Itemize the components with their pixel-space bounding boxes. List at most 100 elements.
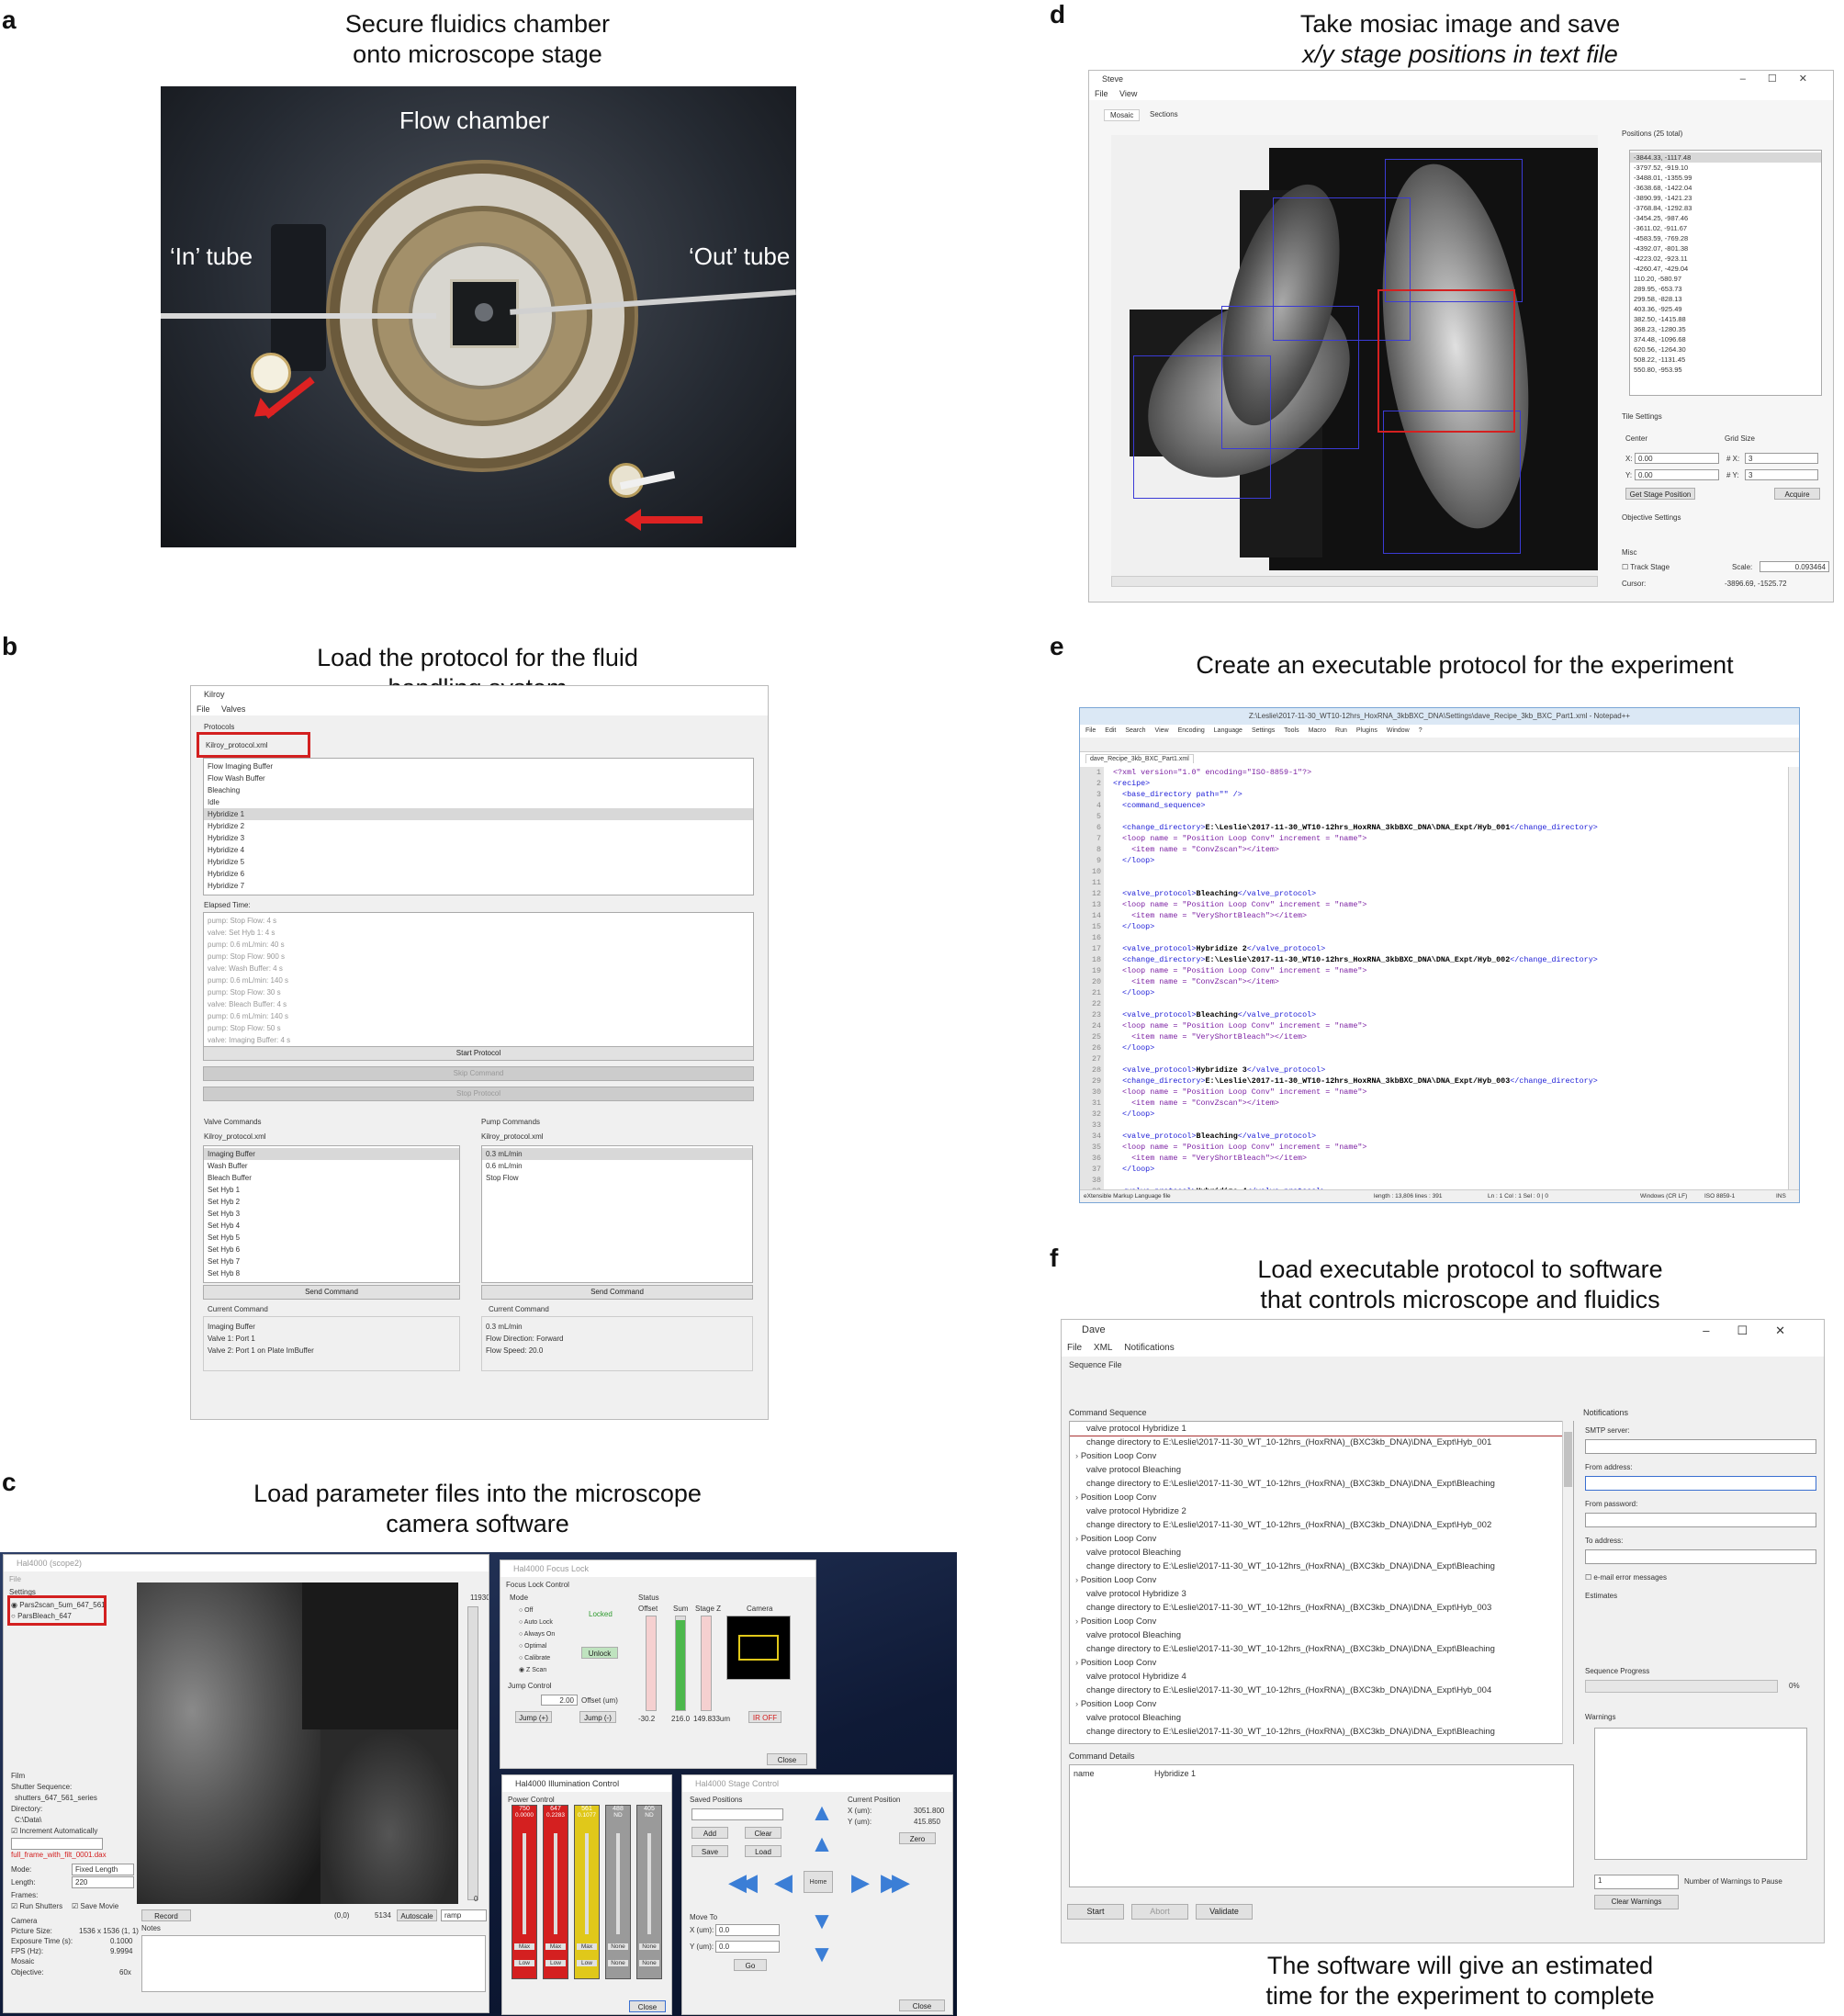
illum-max-button[interactable]: None — [639, 1943, 659, 1950]
sequence-scrollbar[interactable] — [1562, 1421, 1573, 1744]
ir-button[interactable]: IR OFF — [748, 1711, 781, 1723]
menu-file[interactable]: File — [197, 704, 210, 714]
illum-channel[interactable]: 561 0.1077 Max Low — [574, 1805, 600, 1979]
grid-y-input[interactable]: 3 — [1745, 469, 1818, 480]
focus-mode-option[interactable]: ○ Auto Lock — [519, 1616, 555, 1628]
record-button[interactable]: Record — [141, 1909, 191, 1921]
position-item[interactable]: -3638.68, -1422.04 — [1630, 183, 1821, 193]
npp-menu-item[interactable]: Language — [1214, 727, 1242, 734]
npp-menu-item[interactable]: View — [1155, 727, 1169, 734]
length-input[interactable]: 220 — [72, 1876, 134, 1888]
notepad-tab[interactable]: dave_Recipe_3kb_BXC_Part1.xml — [1085, 754, 1194, 763]
command-item[interactable]: valve protocol Hybridize 3 — [1070, 1587, 1573, 1601]
command-item[interactable]: › Position Loop Conv — [1070, 1449, 1573, 1463]
illum-power-slider[interactable] — [647, 1833, 651, 1934]
position-item[interactable]: -3797.52, -919.10 — [1630, 163, 1821, 173]
valve-item[interactable]: Set Hyb 6 — [204, 1244, 459, 1256]
position-item[interactable]: 110.20, -580.97 — [1630, 274, 1821, 284]
illum-max-button[interactable]: Max — [545, 1943, 566, 1950]
protocol-item[interactable]: Hybridize 7 — [204, 880, 753, 892]
command-item[interactable]: valve protocol Bleaching — [1070, 1711, 1573, 1725]
shutter-value[interactable]: shutters_647_561_series — [15, 1794, 97, 1802]
colormap-select[interactable]: ramp — [441, 1909, 487, 1921]
center-x-input[interactable]: 0.00 — [1635, 453, 1719, 464]
npp-menu-item[interactable]: ? — [1419, 727, 1422, 734]
skip-command-button[interactable]: Skip Command — [203, 1066, 754, 1081]
position-item[interactable]: 382.50, -1415.88 — [1630, 314, 1821, 324]
position-item[interactable]: 508.22, -1131.45 — [1630, 355, 1821, 365]
command-item[interactable]: valve protocol Bleaching — [1070, 1463, 1573, 1477]
unlock-button[interactable]: Unlock — [581, 1647, 618, 1659]
illum-channel[interactable]: 647 0.2283 Max Low — [543, 1805, 568, 1979]
valve-item[interactable]: Imaging Buffer — [204, 1148, 459, 1160]
focus-mode-option[interactable]: ○ Off — [519, 1605, 555, 1616]
command-item[interactable]: › Position Loop Conv — [1070, 1532, 1573, 1546]
from-address-input[interactable] — [1585, 1476, 1816, 1491]
command-item[interactable]: valve protocol Bleaching — [1070, 1546, 1573, 1560]
mosaic-hscrollbar[interactable] — [1111, 576, 1598, 587]
track-stage-checkbox[interactable]: ☐ Track Stage — [1622, 563, 1670, 571]
position-item[interactable]: -3844.33, -1117.48 — [1630, 152, 1821, 163]
command-item[interactable]: › Position Loop Conv — [1070, 1491, 1573, 1504]
go-button[interactable]: Go — [734, 1959, 767, 1971]
save-movie-checkbox[interactable]: ☑ Save Movie — [72, 1902, 118, 1910]
npp-menu-item[interactable]: Macro — [1309, 727, 1326, 734]
elapsed-item[interactable]: valve: Wash Buffer: 4 s — [204, 963, 753, 974]
stage-left-arrow[interactable]: ◀ — [763, 1867, 796, 1897]
valve-command-list[interactable]: Imaging Buffer Wash Buffer Bleach Buffer Se… — [203, 1145, 460, 1283]
illum-max-button[interactable]: None — [608, 1943, 628, 1950]
command-item[interactable]: › Position Loop Conv — [1070, 1573, 1573, 1587]
illum-channel[interactable]: 750 0.0000 Max Low — [512, 1805, 537, 1979]
focus-mode-option[interactable]: ○ Calibrate — [519, 1652, 555, 1664]
menu-valves[interactable]: Valves — [221, 704, 245, 714]
position-item[interactable]: 289.95, -653.73 — [1630, 284, 1821, 294]
focus-mode-option[interactable]: ○ Always On — [519, 1628, 555, 1640]
window-controls[interactable]: –☐✕ — [1703, 1323, 1813, 1338]
smtp-input[interactable] — [1585, 1439, 1816, 1454]
start-button[interactable]: Start — [1067, 1904, 1124, 1920]
illum-low-button[interactable]: Low — [545, 1960, 566, 1966]
position-item[interactable]: 368.23, -1280.35 — [1630, 324, 1821, 334]
command-item[interactable]: valve protocol Hybridize 4 — [1070, 1670, 1573, 1684]
illum-power-slider[interactable] — [585, 1833, 589, 1934]
tab-sections[interactable]: Sections — [1144, 109, 1184, 119]
npp-menu-item[interactable]: File — [1085, 727, 1096, 734]
position-item[interactable]: -4223.02, -923.11 — [1630, 253, 1821, 264]
illum-close-button[interactable]: Close — [629, 2000, 666, 2012]
position-item[interactable]: -4583.59, -769.28 — [1630, 233, 1821, 243]
elapsed-item[interactable]: valve: Imaging Buffer: 4 s — [204, 1034, 753, 1046]
valve-item[interactable]: Set Hyb 1 — [204, 1184, 459, 1196]
position-item[interactable]: 550.80, -953.95 — [1630, 365, 1821, 375]
warning-count-input[interactable]: 1 — [1594, 1875, 1679, 1889]
elapsed-item[interactable]: pump: Stop Flow: 30 s — [204, 986, 753, 998]
illum-low-button[interactable]: None — [608, 1960, 628, 1966]
notes-textarea[interactable] — [141, 1935, 486, 1992]
command-item[interactable]: valve protocol Hybridize 2 — [1070, 1504, 1573, 1518]
illum-power-slider[interactable] — [616, 1833, 620, 1934]
command-item[interactable]: valve protocol Bleaching — [1070, 1628, 1573, 1642]
elapsed-item[interactable]: pump: 0.6 mL/min: 140 s — [204, 1010, 753, 1022]
autoscale-button[interactable]: Autoscale — [397, 1909, 437, 1921]
protocol-item[interactable]: Hybridize 3 — [204, 832, 753, 844]
protocol-item[interactable]: Idle — [204, 796, 753, 808]
elapsed-item[interactable]: pump: Stop Flow: 900 s — [204, 951, 753, 963]
focus-close-button[interactable]: Close — [767, 1753, 807, 1765]
command-item[interactable]: change directory to E:\Leslie\2017-11-30… — [1070, 1518, 1573, 1532]
npp-menu-item[interactable]: Plugins — [1356, 727, 1377, 734]
stage-up-fast-arrow[interactable]: ▲ — [802, 1797, 835, 1827]
command-item[interactable]: › Position Loop Conv — [1070, 1697, 1573, 1711]
focus-mode-option[interactable]: ○ Optimal — [519, 1640, 555, 1652]
stage-right-arrow[interactable]: ▶ — [840, 1867, 873, 1897]
editor-vscrollbar[interactable] — [1788, 767, 1799, 1189]
protocol-item[interactable]: Hybridize 2 — [204, 820, 753, 832]
protocol-list[interactable]: Flow Imaging Buffer Flow Wash Buffer Bleac… — [203, 758, 754, 895]
menu-view[interactable]: View — [1119, 89, 1137, 98]
menu-file[interactable]: File — [1095, 89, 1108, 98]
illum-low-button[interactable]: Low — [577, 1960, 597, 1966]
abort-button[interactable]: Abort — [1131, 1904, 1188, 1920]
npp-menu-item[interactable]: Search — [1125, 727, 1145, 734]
protocol-item[interactable]: Hybridize 5 — [204, 856, 753, 868]
npp-menu-item[interactable]: Edit — [1105, 727, 1116, 734]
protocol-item[interactable]: Flow Imaging Buffer — [204, 760, 753, 772]
valve-item[interactable]: Bleach Buffer — [204, 1172, 459, 1184]
